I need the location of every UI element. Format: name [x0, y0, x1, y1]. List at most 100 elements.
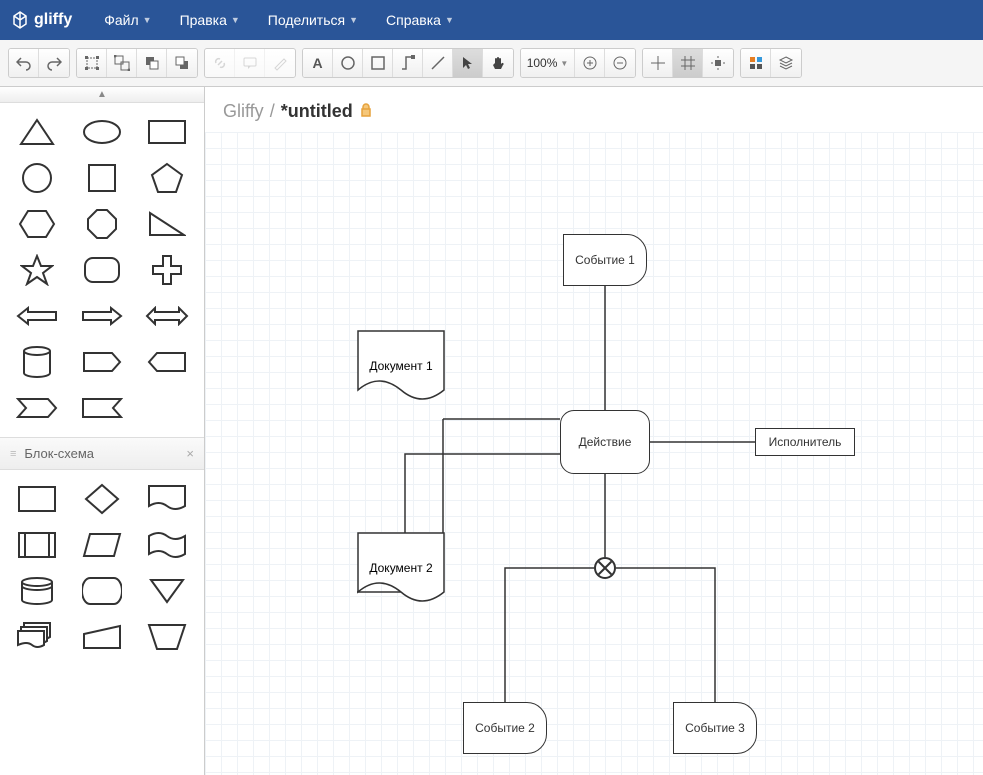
sidebar-scroll-up[interactable]: ▲ — [0, 87, 204, 103]
layers-button[interactable] — [771, 49, 801, 77]
shape-document[interactable] — [145, 482, 189, 516]
shape-arrow-right[interactable] — [80, 299, 124, 333]
node-xor-gateway[interactable] — [594, 557, 616, 579]
shape-decision[interactable] — [80, 482, 124, 516]
lock-icon — [359, 103, 373, 120]
undo-icon — [16, 55, 32, 71]
caret-down-icon: ▼ — [560, 59, 568, 68]
shape-pentagon[interactable] — [145, 161, 189, 195]
shape-rounded-rect[interactable] — [80, 253, 124, 287]
redo-button[interactable] — [39, 49, 69, 77]
shape-merge[interactable] — [145, 574, 189, 608]
send-back-button[interactable] — [167, 49, 197, 77]
node-event2-label: Событие 2 — [475, 721, 535, 735]
text-tool-button[interactable]: A — [303, 49, 333, 77]
breadcrumb-root[interactable]: Gliffy — [223, 101, 264, 122]
shape-arrow-left[interactable] — [15, 299, 59, 333]
snap-center-button[interactable] — [643, 49, 673, 77]
shape-hexagon[interactable] — [15, 207, 59, 241]
section-flowchart[interactable]: ≡ Блок-схема × — [0, 437, 204, 470]
rect-tool-button[interactable] — [363, 49, 393, 77]
layers-icon — [778, 55, 794, 71]
send-back-icon — [174, 55, 190, 71]
line-tool-button[interactable] — [423, 49, 453, 77]
node-event2[interactable]: Событие 2 — [463, 702, 547, 754]
guides-icon — [710, 55, 726, 71]
shape-predefined[interactable] — [15, 528, 59, 562]
shape-process[interactable] — [15, 482, 59, 516]
shape-plus[interactable] — [145, 253, 189, 287]
shape-manual-operation[interactable] — [145, 620, 189, 654]
link-button[interactable] — [205, 49, 235, 77]
app-logo[interactable]: gliffy — [10, 10, 72, 30]
menu-help[interactable]: Справка ▼ — [374, 6, 466, 34]
theme-button[interactable] — [741, 49, 771, 77]
shape-circle[interactable] — [15, 161, 59, 195]
menu-share-label: Поделиться — [268, 12, 345, 28]
shape-chevron-back[interactable] — [80, 391, 124, 425]
shape-chevron[interactable] — [15, 391, 59, 425]
shape-arrow-both[interactable] — [145, 299, 189, 333]
zoom-in-icon — [582, 55, 598, 71]
node-event1[interactable]: Событие 1 — [563, 234, 647, 286]
pointer-icon — [460, 55, 476, 71]
bring-front-button[interactable] — [137, 49, 167, 77]
pointer-tool-button[interactable] — [453, 49, 483, 77]
menu-edit[interactable]: Правка▼ — [168, 6, 252, 34]
zoom-out-button[interactable] — [605, 49, 635, 77]
diagram-canvas[interactable]: Событие 1 Документ 1 Действие Исполнител… — [205, 132, 983, 775]
snap-grid-button[interactable] — [673, 49, 703, 77]
shape-database[interactable] — [15, 574, 59, 608]
node-action-label: Действие — [579, 435, 632, 449]
shape-tag-right[interactable] — [80, 345, 124, 379]
caret-down-icon: ▼ — [445, 15, 454, 25]
shape-square[interactable] — [80, 161, 124, 195]
shape-star[interactable] — [15, 253, 59, 287]
node-action[interactable]: Действие — [560, 410, 650, 474]
app-name: gliffy — [34, 11, 72, 29]
shape-data[interactable] — [80, 528, 124, 562]
snap-guides-button[interactable] — [703, 49, 733, 77]
node-event3[interactable]: Событие 3 — [673, 702, 757, 754]
caret-down-icon: ▼ — [349, 15, 358, 25]
comment-button[interactable] — [235, 49, 265, 77]
node-event1-label: Событие 1 — [575, 253, 635, 267]
shape-manual-input[interactable] — [80, 620, 124, 654]
line-icon — [430, 55, 446, 71]
comment-icon — [242, 55, 258, 71]
shape-rectangle[interactable] — [145, 115, 189, 149]
shape-octagon[interactable] — [80, 207, 124, 241]
basic-shapes-grid — [0, 103, 204, 437]
zoom-level[interactable]: 100%▼ — [521, 49, 575, 77]
ungroup-button[interactable] — [107, 49, 137, 77]
shape-multi-document[interactable] — [15, 620, 59, 654]
shape-document-wave[interactable] — [145, 528, 189, 562]
node-doc2[interactable]: Документ 2 — [357, 532, 445, 610]
node-doc1[interactable]: Документ 1 — [357, 330, 445, 408]
node-executor[interactable]: Исполнитель — [755, 428, 855, 456]
connector-tool-button[interactable] — [393, 49, 423, 77]
hand-icon — [490, 55, 506, 71]
menu-file[interactable]: Файл▼ — [92, 6, 163, 34]
shape-right-triangle[interactable] — [145, 207, 189, 241]
shape-display[interactable] — [80, 574, 124, 608]
caret-down-icon: ▼ — [143, 15, 152, 25]
zoom-level-text: 100% — [527, 56, 558, 70]
breadcrumb-separator: / — [270, 101, 275, 122]
bounding-box-button[interactable] — [77, 49, 107, 77]
shape-ellipse[interactable] — [80, 115, 124, 149]
node-doc2-label: Документ 2 — [369, 561, 433, 575]
close-icon[interactable]: × — [186, 446, 194, 461]
undo-button[interactable] — [9, 49, 39, 77]
format-painter-button[interactable] — [265, 49, 295, 77]
shape-sidebar: ▲ ≡ Блок-схема × — [0, 87, 205, 775]
shape-triangle[interactable] — [15, 115, 59, 149]
bounding-box-icon — [84, 55, 100, 71]
shape-tag-left[interactable] — [145, 345, 189, 379]
zoom-in-button[interactable] — [575, 49, 605, 77]
menu-share[interactable]: Поделиться ▼ — [256, 6, 370, 34]
shape-cylinder[interactable] — [15, 345, 59, 379]
pan-tool-button[interactable] — [483, 49, 513, 77]
ellipse-tool-button[interactable] — [333, 49, 363, 77]
menu-help-label: Справка — [386, 12, 441, 28]
